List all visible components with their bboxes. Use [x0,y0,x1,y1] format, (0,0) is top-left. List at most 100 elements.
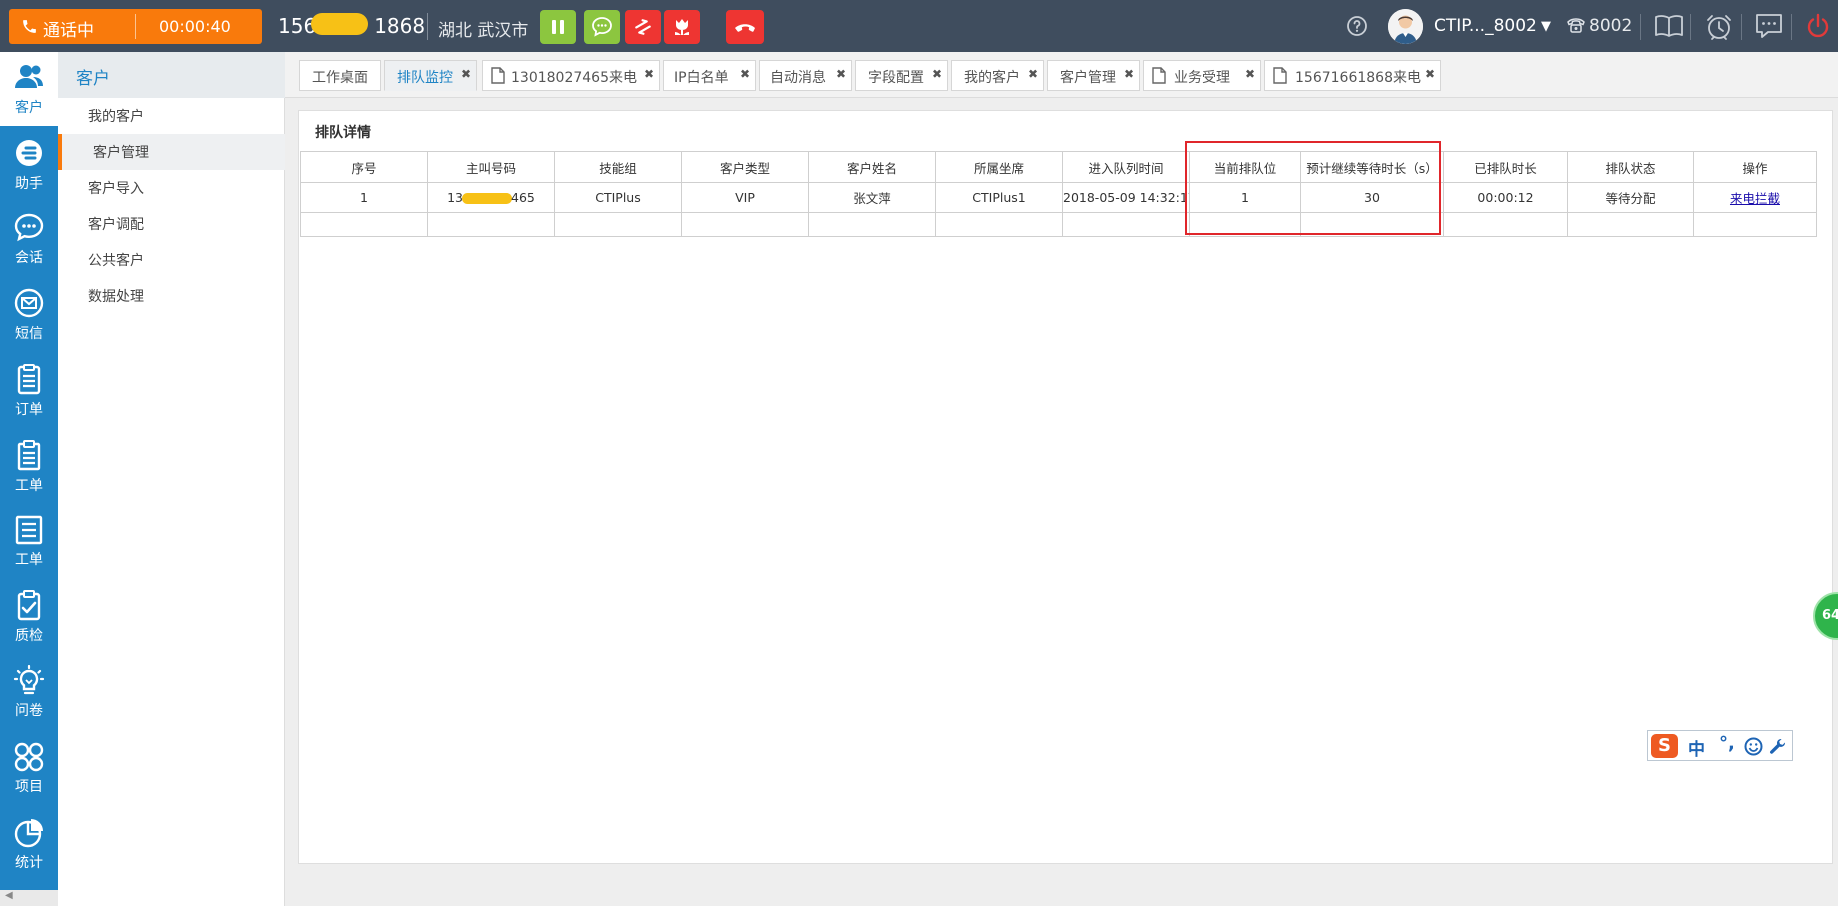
tab-close-icon[interactable]: ✖ [644,67,654,81]
tab-label: 客户管理 [1060,70,1116,86]
tab-workbench[interactable]: 工作桌面 [299,60,381,91]
project-grid-icon [14,742,44,772]
badge-count: 64 [1822,608,1838,623]
sidebar-item-label: 短信 [15,326,43,342]
hold-button[interactable] [540,10,576,44]
tab-incoming-call-2[interactable]: 15671661868来电 ✖ [1264,60,1441,91]
help-icon[interactable] [1346,15,1368,37]
submenu-item-customer-management[interactable]: 客户管理 [58,134,285,170]
transfer-button[interactable] [625,10,661,44]
cell-skill-group: CTIPlus [554,182,682,213]
toolbar-separator [1690,14,1691,40]
column-header: 所属坐席 [935,151,1063,183]
call-status-indicator[interactable]: 通话中 00:00:40 [9,9,262,44]
consult-button[interactable] [664,10,700,44]
ime-punctuation[interactable]: °, [1719,733,1735,754]
tab-close-icon[interactable]: ✖ [1028,67,1038,81]
tab-ip-whitelist[interactable]: IP白名单 ✖ [663,60,756,91]
tab-label: IP白名单 [674,70,729,86]
tab-field-config[interactable]: 字段配置 ✖ [855,60,948,91]
envelope-icon [14,288,44,318]
tab-my-customers[interactable]: 我的客户 ✖ [951,60,1044,91]
tab-bar: 工作桌面 排队监控 ✖ 13018027465来电 ✖ IP白名单 ✖ 自动消息… [285,52,1838,98]
sidebar-item-label: 订单 [15,402,43,418]
agent-name[interactable]: CTIP..._8002 [1434,16,1537,36]
tab-close-icon[interactable]: ✖ [740,67,750,81]
column-header: 进入队列时间 [1062,151,1190,183]
chat-button[interactable] [584,10,620,44]
sidebar-item-customer[interactable]: 客户 [0,52,58,126]
tab-customer-management[interactable]: 客户管理 ✖ [1047,60,1140,91]
sidebar-item-project[interactable]: 项目 [0,731,58,805]
sidebar-item-assistant[interactable]: 助手 [0,128,58,202]
agent-avatar-icon [1388,9,1423,44]
agent-dropdown-caret[interactable]: ▼ [1541,19,1551,34]
sidebar-item-orders[interactable]: 订单 [0,354,58,428]
column-header: 主叫号码 [427,151,555,183]
queue-table: 序号 主叫号码 技能组 客户类型 客户姓名 所属坐席 进入队列时间 当前排队位 … [300,151,1817,237]
tab-close-icon[interactable]: ✖ [1245,67,1255,81]
sidebar-item-quality[interactable]: 质检 [0,580,58,654]
cell-action: 来电拦截 [1693,182,1817,213]
toolbar-separator [1791,14,1792,40]
sogou-logo-icon: S [1651,734,1678,758]
ime-mode[interactable]: 中 [1688,735,1705,760]
tab-close-icon[interactable]: ✖ [461,67,471,81]
ticket-list-icon [15,515,43,545]
alarm-clock-icon[interactable] [1704,12,1734,42]
smiley-icon[interactable] [1744,737,1763,756]
intercept-call-link[interactable]: 来电拦截 [1730,191,1780,206]
agent-avatar[interactable] [1388,9,1423,44]
submenu-item-public-customers[interactable]: 公共客户 [58,242,285,278]
tab-close-icon[interactable]: ✖ [1124,67,1134,81]
hangup-button[interactable] [726,10,764,44]
tab-label: 13018027465来电 [511,70,637,86]
tab-auto-message[interactable]: 自动消息 ✖ [759,60,852,91]
tab-queue-monitor[interactable]: 排队监控 ✖ [384,60,477,91]
document-icon [491,67,505,84]
tab-close-icon[interactable]: ✖ [836,67,846,81]
message-dots-icon[interactable] [1754,12,1784,40]
assistant-icon [16,140,42,166]
cell-customer-type: VIP [681,182,809,213]
users-icon [15,65,43,88]
wrench-icon[interactable] [1768,737,1787,756]
submenu-item-customer-allocation[interactable]: 客户调配 [58,206,285,242]
table-header-row: 序号 主叫号码 技能组 客户类型 客户姓名 所属坐席 进入队列时间 当前排队位 … [300,151,1817,183]
tab-close-icon[interactable]: ✖ [1425,67,1435,81]
submenu-item-label: 数据处理 [88,289,144,305]
tab-label: 业务受理 [1174,70,1230,86]
status-divider [135,14,136,39]
cell-queue-status: 等待分配 [1567,182,1694,213]
column-header: 预计继续等待时长（s） [1300,151,1444,183]
ime-toolbar[interactable]: S 中 °, [1647,730,1793,761]
hangup-phone-icon [735,24,755,32]
book-icon[interactable] [1653,12,1685,40]
tab-label: 字段配置 [868,70,924,86]
sidebar-item-statistics[interactable]: 统计 [0,807,58,881]
power-icon[interactable] [1804,12,1832,40]
sidebar-scroll-left[interactable]: ◀ [0,890,58,906]
number-redaction [462,193,513,204]
sidebar-item-label: 工单 [15,478,43,494]
tab-incoming-call-1[interactable]: 13018027465来电 ✖ [482,60,660,91]
sidebar-item-ticket-list[interactable]: 工单 [0,504,58,578]
sidebar-item-survey[interactable]: 问卷 [0,655,58,729]
sidebar-item-label: 会话 [15,250,43,266]
submenu-item-data-processing[interactable]: 数据处理 [58,278,285,314]
call-status-text: 通话中 [43,21,94,41]
column-header: 客户类型 [681,151,809,183]
submenu-item-customer-import[interactable]: 客户导入 [58,170,285,206]
table-row-empty [300,212,1817,237]
transfer-arrows-icon [635,19,651,35]
document-icon [1273,67,1287,84]
column-header: 技能组 [554,151,682,183]
tab-business-acceptance[interactable]: 业务受理 ✖ [1143,60,1261,91]
clipboard-icon [17,440,41,471]
sidebar-item-conversation[interactable]: 会话 [0,202,58,276]
sidebar-item-sms[interactable]: 短信 [0,278,58,352]
submenu-item-my-customers[interactable]: 我的客户 [58,98,285,134]
chat-bubble-icon [592,17,612,37]
tab-close-icon[interactable]: ✖ [932,67,942,81]
sidebar-item-ticket[interactable]: 工单 [0,430,58,504]
